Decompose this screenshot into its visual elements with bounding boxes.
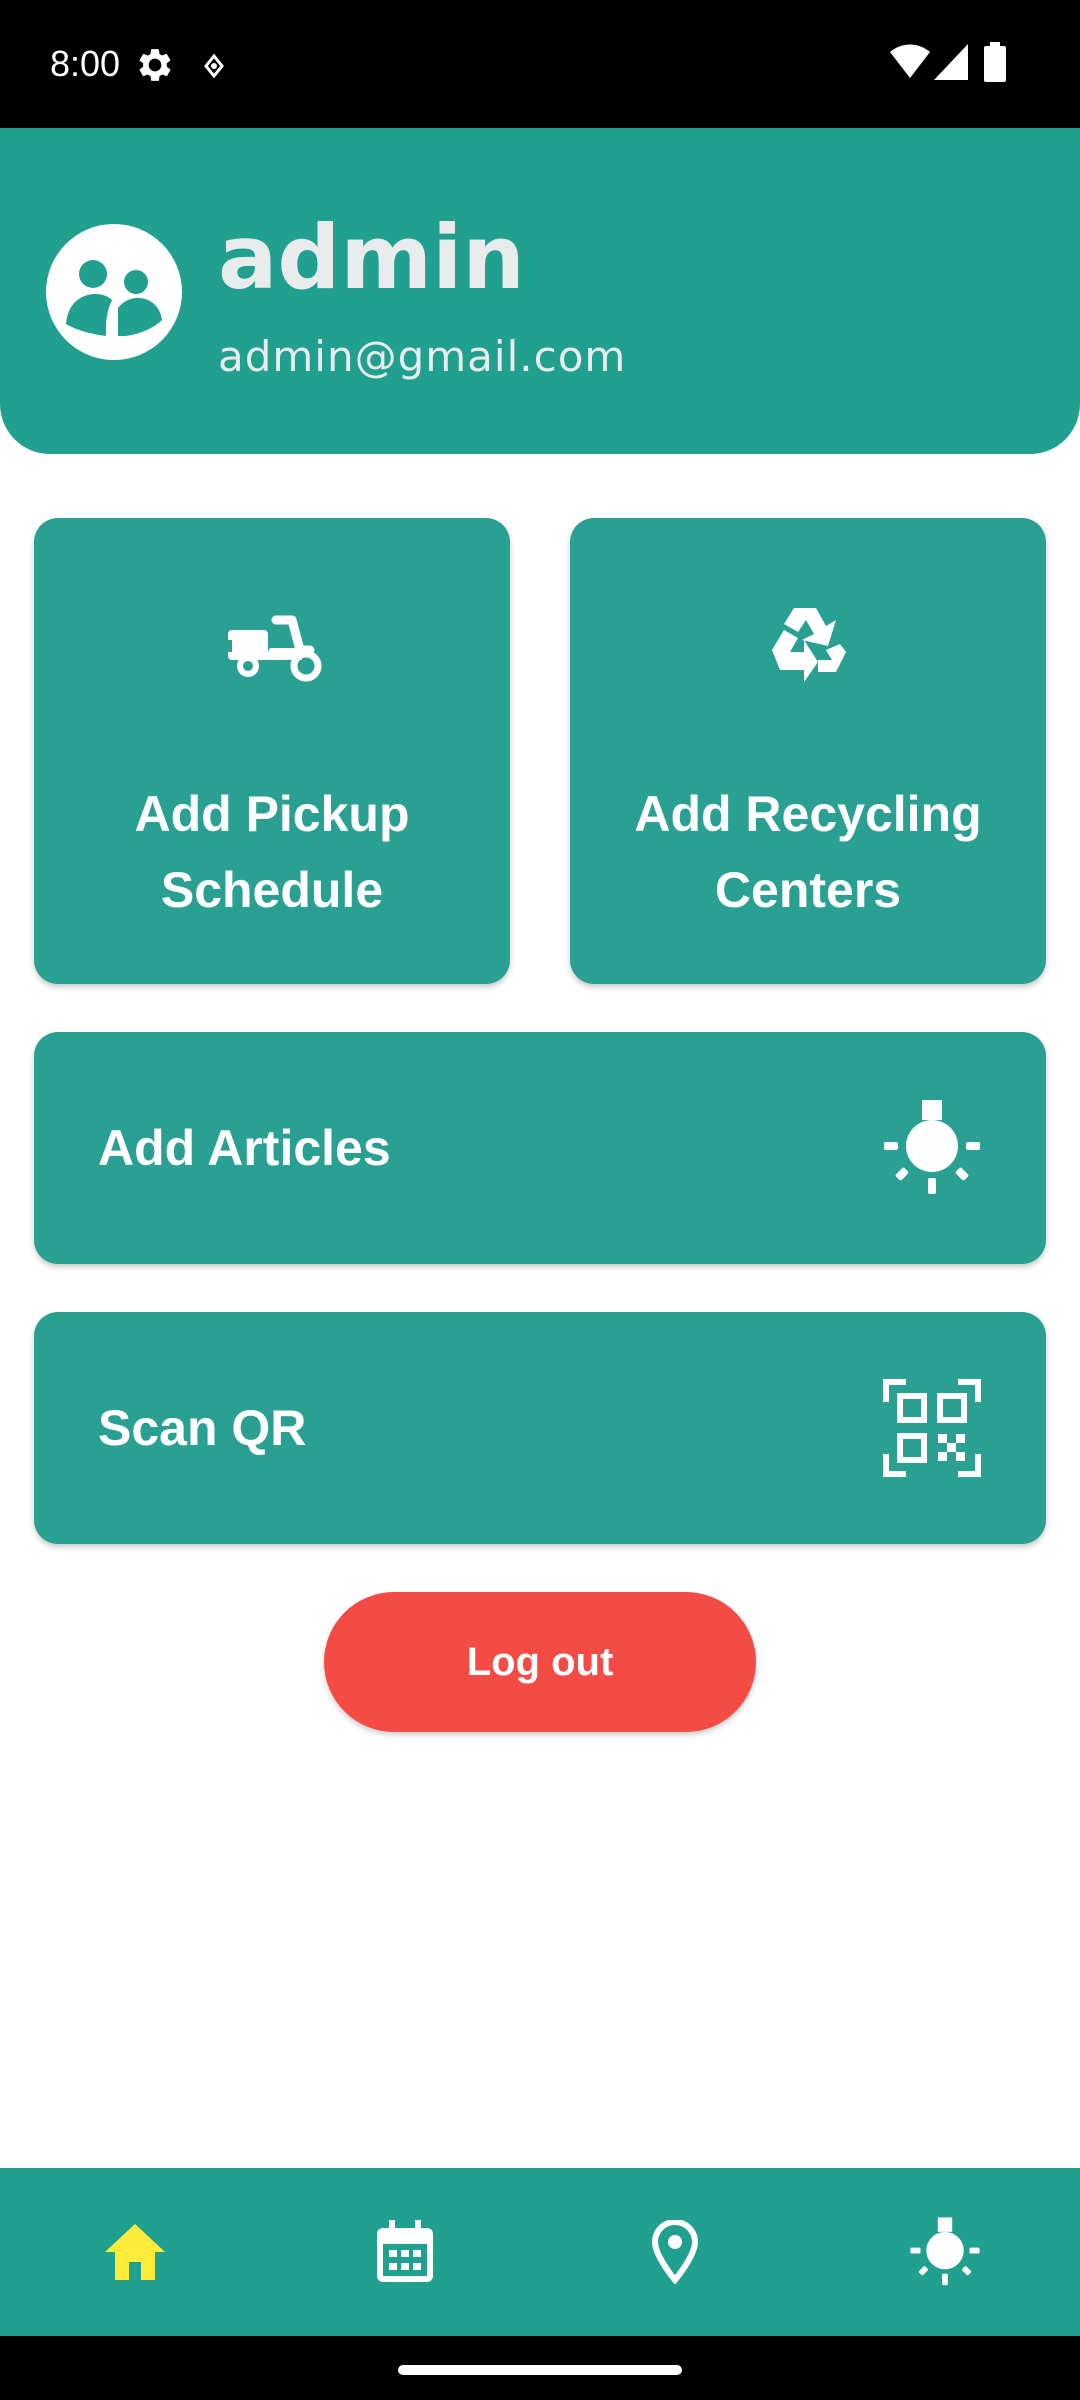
signal-icon bbox=[934, 44, 968, 80]
status-bar: 8:00 bbox=[0, 0, 1080, 128]
scan-qr-label: Scan QR bbox=[98, 1400, 307, 1456]
add-pickup-schedule-label: Add Pickup Schedule bbox=[134, 786, 410, 918]
battery-icon bbox=[984, 42, 1006, 82]
status-time: 8:00 bbox=[50, 43, 121, 84]
gesture-handle[interactable] bbox=[398, 2365, 682, 2375]
logout-button[interactable]: Log out bbox=[324, 1592, 756, 1732]
home-icon bbox=[105, 2224, 165, 2280]
nav-item-schedule[interactable] bbox=[270, 2168, 540, 2336]
notification-icon bbox=[204, 53, 224, 79]
user-email: admin@gmail.com bbox=[218, 332, 627, 381]
scooter-icon bbox=[222, 615, 322, 682]
user-account-icon[interactable] bbox=[46, 224, 182, 360]
settings-gear-icon bbox=[139, 49, 171, 81]
light-bulb-icon bbox=[910, 2217, 980, 2286]
location-pin-icon bbox=[651, 2220, 699, 2284]
qr-code-icon bbox=[883, 1379, 981, 1477]
profile-header: admin admin@gmail.com bbox=[0, 128, 1080, 454]
add-recycling-centers-card[interactable]: Add Recycling Centers bbox=[570, 518, 1046, 984]
add-pickup-schedule-card[interactable]: Add Pickup Schedule bbox=[34, 518, 510, 984]
recycle-icon bbox=[772, 608, 846, 682]
scan-qr-card[interactable]: Scan QR bbox=[34, 1312, 1046, 1544]
user-name: admin bbox=[218, 206, 525, 309]
nav-item-home[interactable] bbox=[0, 2168, 270, 2336]
wifi-icon bbox=[890, 44, 930, 78]
light-bulb-icon bbox=[884, 1100, 980, 1194]
add-recycling-centers-label: Add Recycling Centers bbox=[634, 786, 982, 918]
nav-item-locations[interactable] bbox=[540, 2168, 810, 2336]
system-gesture-bar bbox=[0, 2336, 1080, 2400]
calendar-icon bbox=[377, 2220, 433, 2282]
nav-item-tips[interactable] bbox=[810, 2168, 1080, 2336]
bottom-navigation bbox=[0, 2168, 1080, 2336]
add-articles-card[interactable]: Add Articles bbox=[34, 1032, 1046, 1264]
add-articles-label: Add Articles bbox=[98, 1120, 391, 1176]
